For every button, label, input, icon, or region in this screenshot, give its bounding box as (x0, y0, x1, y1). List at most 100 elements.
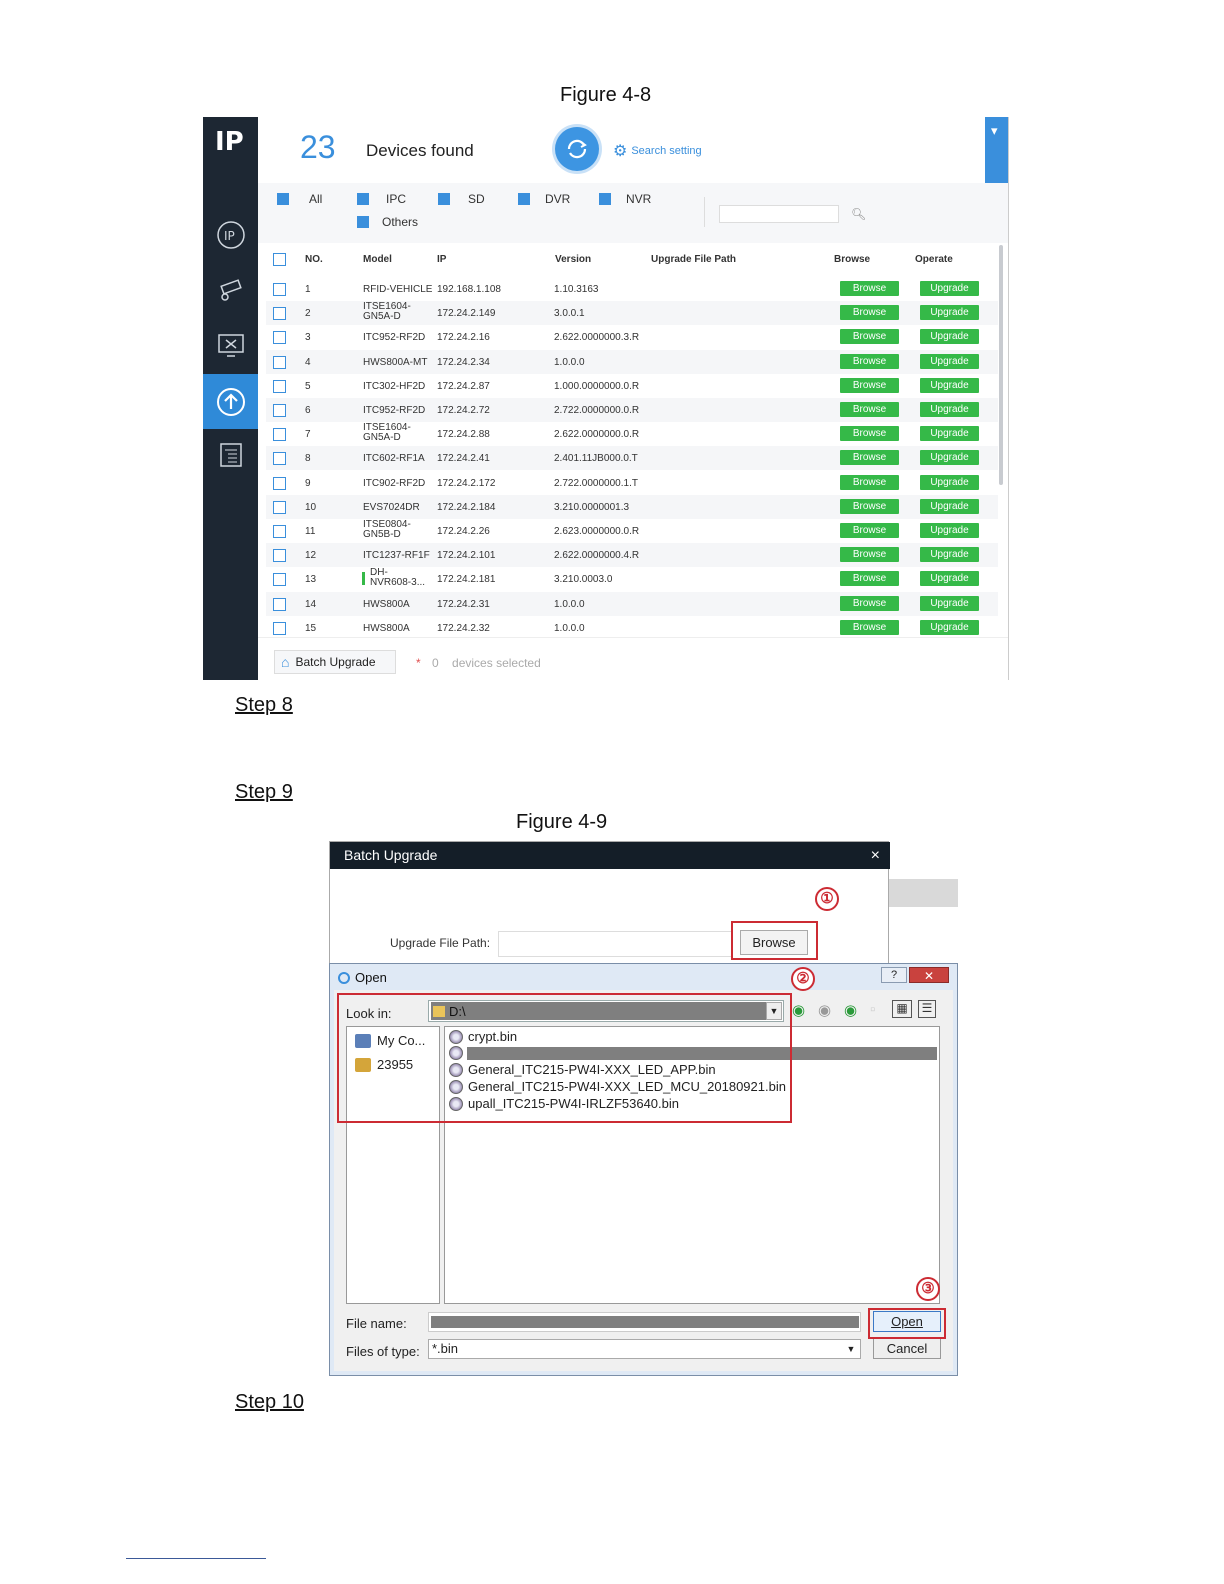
upgrade-icon (216, 387, 245, 416)
cancel-button[interactable]: Cancel (873, 1338, 941, 1359)
table-row[interactable]: 14 HWS800A 172.24.2.31 1.0.0.0 Browse Upgrade (266, 591, 998, 616)
row-model: HWS800A (363, 598, 410, 610)
row-browse-button[interactable]: Browse (840, 402, 899, 417)
table-row[interactable]: 1 RFID-VEHICLE 192.168.1.108 1.10.3163 Brows… (266, 277, 998, 301)
row-checkbox[interactable] (273, 404, 286, 417)
details-view-icon[interactable]: ☰ (918, 1000, 936, 1018)
table-row[interactable]: 13 DH- NVR608-3... 172.24.2.181 3.210.0003.… (266, 567, 998, 591)
row-browse-button[interactable]: Browse (840, 450, 899, 466)
row-checkbox[interactable] (273, 428, 286, 442)
table-row[interactable]: 12 ITC1237-RF1F 172.24.2.101 2.622.0000000.… (266, 543, 998, 568)
row-checkbox[interactable] (273, 355, 286, 369)
back-icon[interactable]: ◉ (792, 1001, 805, 1019)
row-upgrade-button[interactable]: Upgrade (920, 619, 979, 635)
row-checkbox[interactable] (273, 549, 286, 563)
row-browse-button[interactable]: Browse (840, 474, 899, 490)
upgrade-file-path-input[interactable] (498, 931, 733, 957)
search-setting-link[interactable]: ⚙ Search setting (613, 141, 702, 161)
row-ip: 172.24.2.87 (437, 380, 490, 392)
table-row[interactable]: 2 ITSE1604- GN5A-D 172.24.2.149 3.0.0.1 Brow… (266, 301, 998, 326)
up-folder-icon[interactable]: ◉ (844, 1001, 857, 1019)
row-upgrade-button[interactable]: Upgrade (920, 402, 979, 417)
chevron-down-icon[interactable]: ▼ (843, 1341, 859, 1357)
table-row[interactable]: 7 ITSE1604- GN5A-D 172.24.2.88 2.622.000000… (266, 422, 998, 446)
row-browse-button[interactable]: Browse (840, 619, 899, 635)
sidebar-docs-button[interactable] (203, 427, 258, 482)
filter-dvr-checkbox[interactable] (518, 193, 530, 205)
files-of-type-select[interactable]: *.bin ▼ (428, 1339, 861, 1359)
row-checkbox[interactable] (273, 379, 286, 393)
row-browse-button[interactable]: Browse (840, 377, 899, 393)
table-row[interactable]: 4 HWS800A-MT 172.24.2.34 1.0.0.0 Browse Upgra… (266, 349, 998, 374)
row-browse-button[interactable]: Browse (840, 281, 899, 296)
row-browse-button[interactable]: Browse (840, 547, 899, 563)
sidebar-system-button[interactable] (203, 317, 258, 372)
row-no: 1 (305, 284, 311, 295)
row-checkbox[interactable] (273, 525, 286, 538)
row-checkbox[interactable] (273, 331, 286, 345)
select-all-checkbox[interactable] (273, 253, 286, 266)
open-dialog-close-button[interactable]: ✕ (909, 967, 949, 983)
row-browse-button[interactable]: Browse (840, 329, 899, 345)
help-button[interactable]: ? (881, 967, 907, 983)
row-checkbox[interactable] (273, 452, 286, 466)
batch-upgrade-button[interactable]: ⌂ Batch Upgrade (274, 650, 396, 674)
table-row[interactable]: 3 ITC952-RF2D 172.24.2.16 2.622.0000000.3.R… (266, 325, 998, 349)
forward-icon[interactable]: ◉ (818, 1001, 831, 1019)
table-row[interactable]: 5 ITC302-HF2D 172.24.2.87 1.000.0000000.0.R… (266, 374, 998, 398)
row-checkbox[interactable] (273, 476, 286, 490)
filter-all-checkbox[interactable] (277, 193, 289, 205)
table-row[interactable]: 6 ITC952-RF2D 172.24.2.72 2.722.0000000.0.R… (266, 398, 998, 422)
refresh-button[interactable] (555, 127, 599, 171)
row-browse-button[interactable]: Browse (840, 595, 899, 611)
row-browse-button[interactable]: Browse (840, 571, 899, 587)
sidebar-ip-button[interactable]: IP (203, 207, 258, 262)
table-row[interactable]: 8 ITC602-RF1A 172.24.2.41 2.401.11JB000.0.T… (266, 446, 998, 471)
filter-nvr-checkbox[interactable] (599, 193, 611, 205)
sidebar-upgrade-button[interactable] (203, 374, 258, 429)
row-upgrade-button[interactable]: Upgrade (920, 353, 979, 369)
row-checkbox[interactable] (273, 500, 286, 514)
device-search-input[interactable] (719, 205, 839, 223)
row-browse-button[interactable]: Browse (840, 353, 899, 369)
row-upgrade-button[interactable]: Upgrade (920, 305, 979, 321)
search-icon[interactable]: 🔍︎ (851, 207, 866, 221)
row-upgrade-button[interactable]: Upgrade (920, 450, 979, 466)
row-upgrade-button[interactable]: Upgrade (920, 595, 979, 611)
table-row[interactable]: 10 EVS7024DR 172.24.2.184 3.210.0000001.3 Br… (266, 494, 998, 519)
row-browse-button[interactable]: Browse (840, 498, 899, 514)
filter-sd-checkbox[interactable] (438, 193, 450, 205)
row-upgrade-button[interactable]: Upgrade (920, 547, 979, 563)
row-upgrade-button[interactable]: Upgrade (920, 498, 979, 514)
menu-dropdown-icon[interactable]: ▾ (991, 123, 998, 139)
filter-ipc-checkbox[interactable] (357, 193, 369, 205)
row-upgrade-button[interactable]: Upgrade (920, 474, 979, 490)
row-ip: 192.168.1.108 (437, 284, 501, 295)
batch-upgrade-close-icon[interactable]: × (871, 842, 880, 869)
row-upgrade-button[interactable]: Upgrade (920, 329, 979, 345)
row-checkbox[interactable] (273, 597, 286, 611)
list-view-icon[interactable]: ▦ (892, 1000, 912, 1018)
selection-info: * 0 devices selected (416, 656, 541, 670)
app-icon (338, 971, 350, 984)
row-upgrade-button[interactable]: Upgrade (920, 571, 979, 587)
filter-others-checkbox[interactable] (357, 216, 369, 228)
row-upgrade-button[interactable]: Upgrade (920, 377, 979, 393)
file-name-input[interactable] (428, 1312, 861, 1332)
row-checkbox[interactable] (273, 621, 286, 635)
row-checkbox[interactable] (273, 573, 286, 587)
row-browse-button[interactable]: Browse (840, 523, 899, 538)
row-upgrade-button[interactable]: Upgrade (920, 281, 979, 296)
new-folder-icon[interactable]: ▫ (870, 1001, 875, 1018)
sidebar-camera-button[interactable] (203, 262, 258, 317)
row-upgrade-button[interactable]: Upgrade (920, 426, 979, 442)
row-checkbox[interactable] (273, 283, 286, 296)
table-row[interactable]: 9 ITC902-RF2D 172.24.2.172 2.722.0000000.1.… (266, 471, 998, 495)
row-checkbox[interactable] (273, 307, 286, 321)
row-browse-button[interactable]: Browse (840, 305, 899, 321)
row-upgrade-button[interactable]: Upgrade (920, 523, 979, 538)
row-browse-button[interactable]: Browse (840, 426, 899, 442)
table-scrollbar[interactable] (999, 245, 1003, 485)
table-row[interactable]: 11 ITSE0804- GN5B-D 172.24.2.26 2.623.00000… (266, 519, 998, 543)
refresh-icon (567, 139, 587, 159)
